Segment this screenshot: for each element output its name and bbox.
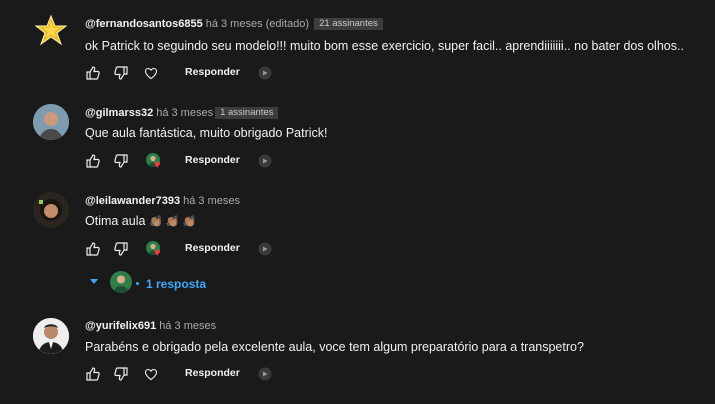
reply-button[interactable]: Responder [185,242,240,254]
comment-time[interactable]: há 3 meses [183,195,240,207]
dislike-icon[interactable] [112,365,130,383]
comment-header: @yurifelix691 há 3 meses [85,319,216,333]
dislike-icon[interactable] [112,64,130,82]
user-photo-icon [33,318,69,354]
comment-author[interactable]: @yurifelix691 [85,320,156,332]
user-photo-icon [33,192,69,228]
avatar[interactable] [33,318,69,354]
avatar[interactable] [33,104,69,140]
heart-outline-icon [142,365,160,383]
comment-time[interactable]: há 3 meses [159,320,216,332]
subscriber-badge: 21 assinantes [314,18,383,30]
comment-author[interactable]: @leilawander7393 [85,195,180,207]
comment-item: @yurifelix691 há 3 meses Parabéns e obrig… [0,305,715,404]
comment-item: @fernandosantos6855 há 3 meses (editado) … [0,0,715,90]
comment-author[interactable]: @fernandosantos6855 [85,18,203,30]
comment-actions: Responder [84,365,384,385]
reply-button[interactable]: Responder [185,66,240,78]
comment-text-body: Otima aula [85,214,146,228]
avatar[interactable] [33,192,69,228]
like-icon[interactable] [84,365,102,383]
star-avatar-icon [34,14,68,46]
clap-emojis: 👏🏽 👏🏽 👏🏽 [148,216,197,228]
avatar[interactable] [33,14,69,50]
user-photo-icon [33,104,69,140]
comment-header: @gilmarss32 há 3 meses 1 assinantes [85,106,279,120]
like-icon[interactable] [84,240,102,258]
dislike-icon[interactable] [112,240,130,258]
comment-text: Otima aula 👏🏽 👏🏽 👏🏽 [85,213,196,230]
share-icon[interactable] [256,152,274,170]
share-icon[interactable] [256,64,274,82]
dislike-icon[interactable] [112,152,130,170]
reply-button[interactable]: Responder [185,367,240,379]
chevron-down-icon [90,279,98,284]
share-icon[interactable] [256,240,274,258]
share-icon[interactable] [256,365,274,383]
comment-text: Que aula fantástica, muito obrigado Patr… [85,126,328,140]
heart-outline-icon [142,64,160,82]
comment-time[interactable]: há 3 meses (editado) [206,18,309,30]
comment-item: @gilmarss32 há 3 meses 1 assinantes Que au… [0,90,715,180]
like-icon[interactable] [84,64,102,82]
subscriber-badge: 1 assinantes [215,107,279,119]
creator-heart-icon: ♥ [154,247,161,259]
view-replies-button[interactable]: 1 resposta [90,271,290,293]
separator-dot [136,282,139,285]
comment-author[interactable]: @gilmarss32 [85,107,153,119]
creator-heart-icon: ♥ [154,159,161,171]
comment-text: Parabéns e obrigado pela excelente aula,… [85,340,584,354]
comment-actions: Responder [84,64,384,84]
comment-actions: ♥ Responder [84,240,384,260]
like-icon[interactable] [84,152,102,170]
comment-header: @leilawander7393 há 3 meses [85,194,240,208]
comment-header: @fernandosantos6855 há 3 meses (editado) … [85,17,383,31]
reply-button[interactable]: Responder [185,154,240,166]
comment-actions: ♥ Responder [84,152,384,172]
creator-avatar [110,271,132,293]
comment-time[interactable]: há 3 meses [156,107,213,119]
replies-count[interactable]: 1 resposta [146,277,206,291]
comment-text: ok Patrick to seguindo seu modelo!!! mui… [85,39,684,53]
